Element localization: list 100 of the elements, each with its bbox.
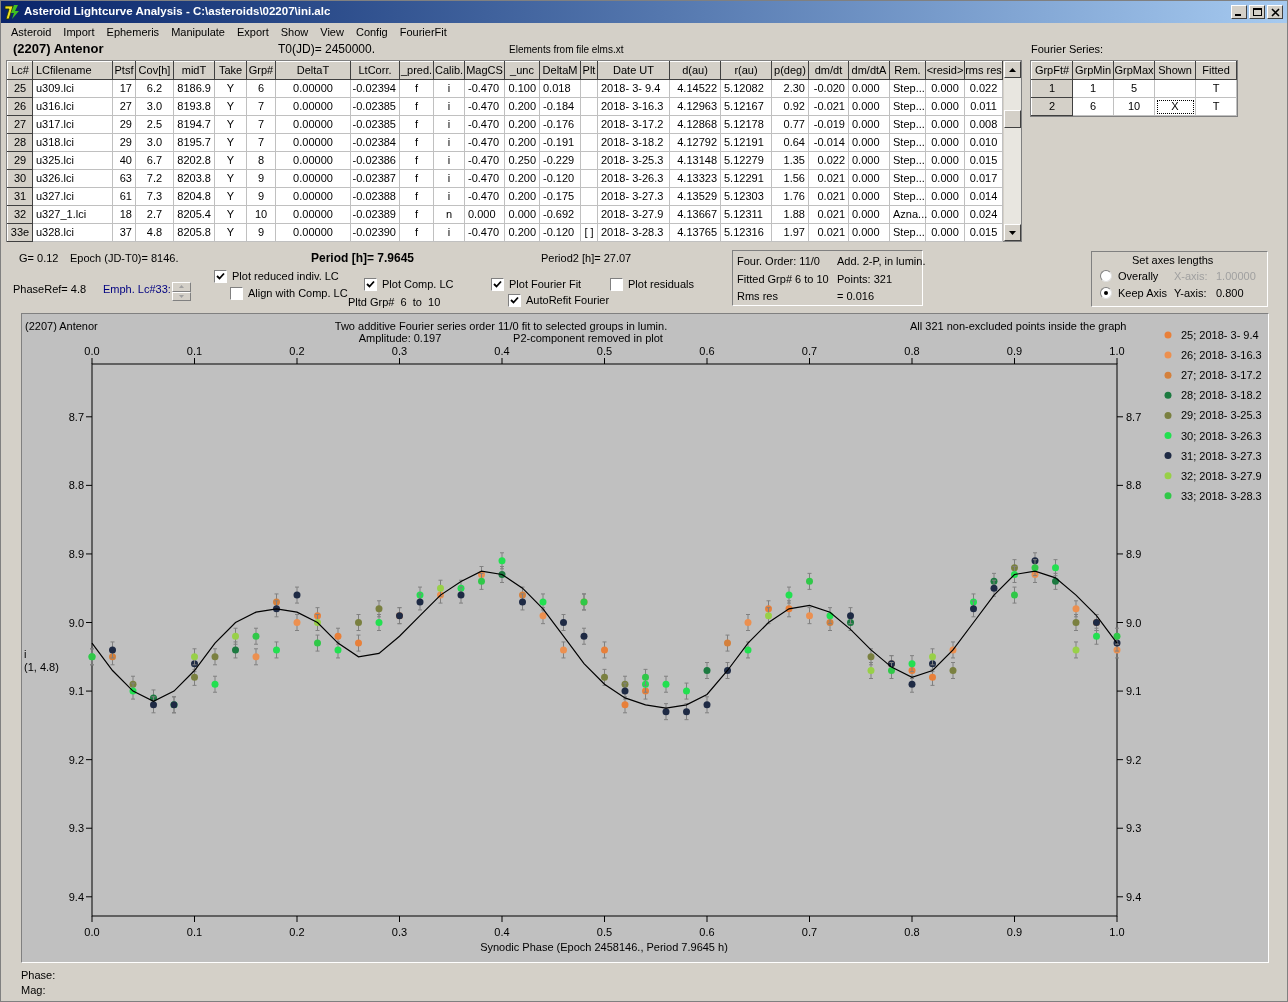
- tick-label: 0.9: [1006, 345, 1023, 357]
- data-point: [744, 641, 752, 659]
- legend-label: 30; 2018- 3-26.3: [1181, 429, 1262, 442]
- minimize-button[interactable]: [1231, 5, 1247, 19]
- checkbox[interactable]: [610, 278, 623, 291]
- scroll-thumb[interactable]: [1004, 110, 1021, 128]
- menu-item[interactable]: Import: [63, 26, 95, 38]
- data-point: [724, 634, 731, 652]
- menu-item[interactable]: View: [320, 26, 344, 38]
- point: [334, 646, 342, 654]
- table-cell[interactable]: 5: [1113, 79, 1155, 98]
- tick-label: 8.7: [1126, 410, 1142, 423]
- point: [847, 612, 854, 620]
- column-header[interactable]: Date UT: [597, 61, 670, 80]
- point: [1113, 632, 1121, 640]
- table-cell[interactable]: [1154, 79, 1196, 98]
- data-point: [314, 634, 321, 652]
- column-header[interactable]: _unc: [504, 61, 540, 80]
- column-header[interactable]: rms res: [964, 61, 1003, 80]
- maximize-button[interactable]: [1249, 5, 1265, 19]
- spinner[interactable]: [172, 282, 191, 301]
- tick-label: 0.3: [391, 345, 408, 357]
- column-header[interactable]: d(au): [669, 61, 721, 80]
- radio-button[interactable]: [1100, 287, 1112, 299]
- tick-label: 9.4: [1126, 890, 1142, 903]
- column-header[interactable]: Grp#: [246, 61, 276, 80]
- menu-item[interactable]: Manipulate: [171, 26, 225, 38]
- point: [1072, 619, 1080, 627]
- menu-item[interactable]: FourierFit: [399, 26, 447, 38]
- menu-item[interactable]: Asteroid: [11, 26, 52, 38]
- column-header[interactable]: r(au): [720, 61, 772, 80]
- column-header[interactable]: dm/dt: [808, 61, 849, 80]
- point: [1052, 564, 1059, 572]
- table-cell[interactable]: T: [1195, 79, 1237, 98]
- y-axis-label: i: [24, 648, 27, 660]
- table-cell[interactable]: 1: [1072, 79, 1114, 98]
- table-cell[interactable]: 10: [1113, 97, 1155, 116]
- column-header[interactable]: Calib.: [433, 61, 465, 80]
- checkbox[interactable]: [230, 287, 243, 300]
- data-point: [560, 641, 567, 659]
- menu-item[interactable]: Config: [355, 26, 388, 38]
- menu-item[interactable]: Ephemeris: [106, 26, 160, 38]
- column-header[interactable]: GrpFt#: [1031, 61, 1073, 80]
- data-point: [252, 627, 260, 645]
- tick-label: 0.4: [494, 926, 510, 938]
- legend-label: 25; 2018- 3- 9.4: [1181, 329, 1259, 341]
- column-header[interactable]: dm/dtA: [848, 61, 890, 80]
- column-header[interactable]: Take: [214, 61, 247, 80]
- checkbox[interactable]: [508, 294, 521, 307]
- tick-label: 1.0: [1109, 345, 1125, 357]
- table-cell[interactable]: X: [1154, 97, 1196, 116]
- column-header[interactable]: Fitted: [1195, 61, 1237, 80]
- point: [908, 660, 916, 668]
- menu-item[interactable]: Export: [236, 26, 269, 38]
- column-header[interactable]: GrpMax: [1113, 61, 1155, 80]
- close-button[interactable]: [1267, 5, 1283, 19]
- column-header[interactable]: Shown: [1154, 61, 1196, 80]
- tick-label: 9.1: [68, 685, 84, 698]
- minimize-icon: [1235, 14, 1241, 16]
- point: [437, 584, 444, 592]
- checkbox-label: AutoRefit Fourier: [526, 295, 610, 306]
- column-header[interactable]: Ptsf: [112, 61, 136, 80]
- checkbox[interactable]: [214, 270, 227, 283]
- column-header[interactable]: p(deg): [771, 61, 809, 80]
- legend-label: 31; 2018- 3-27.3: [1181, 449, 1262, 462]
- column-header[interactable]: Cov[h]: [135, 61, 174, 80]
- column-header[interactable]: <resid>: [925, 61, 965, 80]
- column-header[interactable]: LtCorr.: [350, 61, 400, 80]
- fit-info-text: Add. 2-P, in lumin.: [837, 255, 927, 269]
- axis-value-field[interactable]: 0.800: [1216, 288, 1244, 299]
- table-cell[interactable]: T: [1195, 97, 1237, 116]
- tick-label: 9.3: [1126, 822, 1142, 835]
- point: [601, 673, 608, 681]
- checkbox[interactable]: [364, 278, 377, 291]
- column-header[interactable]: midT: [173, 61, 215, 80]
- column-header[interactable]: MagCS: [464, 61, 505, 80]
- column-header[interactable]: LCfilename: [32, 61, 113, 80]
- t0-label: T0(JD)= 2450000.: [278, 43, 376, 55]
- checkbox[interactable]: [491, 278, 504, 291]
- menu-item[interactable]: Show: [280, 26, 309, 38]
- tick-label: 0.6: [699, 345, 715, 357]
- scroll-up-button[interactable]: [1004, 61, 1021, 78]
- point: [580, 632, 588, 640]
- column-header[interactable]: _pred.: [399, 61, 434, 80]
- column-header[interactable]: DeltaT: [275, 61, 351, 80]
- column-header[interactable]: Lc#: [7, 61, 33, 80]
- scroll-down-button[interactable]: [1004, 224, 1021, 241]
- column-header[interactable]: Rem.: [889, 61, 926, 80]
- radio-button[interactable]: [1100, 270, 1112, 282]
- tick-label: 9.0: [68, 616, 84, 629]
- data-point: [744, 614, 752, 631]
- scrollbar[interactable]: [1004, 61, 1021, 241]
- point: [1072, 605, 1080, 613]
- column-header[interactable]: DeltaM: [539, 61, 581, 80]
- column-header[interactable]: GrpMin: [1072, 61, 1114, 80]
- data-point: [662, 703, 670, 721]
- table-cell[interactable]: 6: [1072, 97, 1114, 116]
- point: [109, 646, 116, 654]
- point: [560, 646, 567, 654]
- point: [765, 612, 772, 620]
